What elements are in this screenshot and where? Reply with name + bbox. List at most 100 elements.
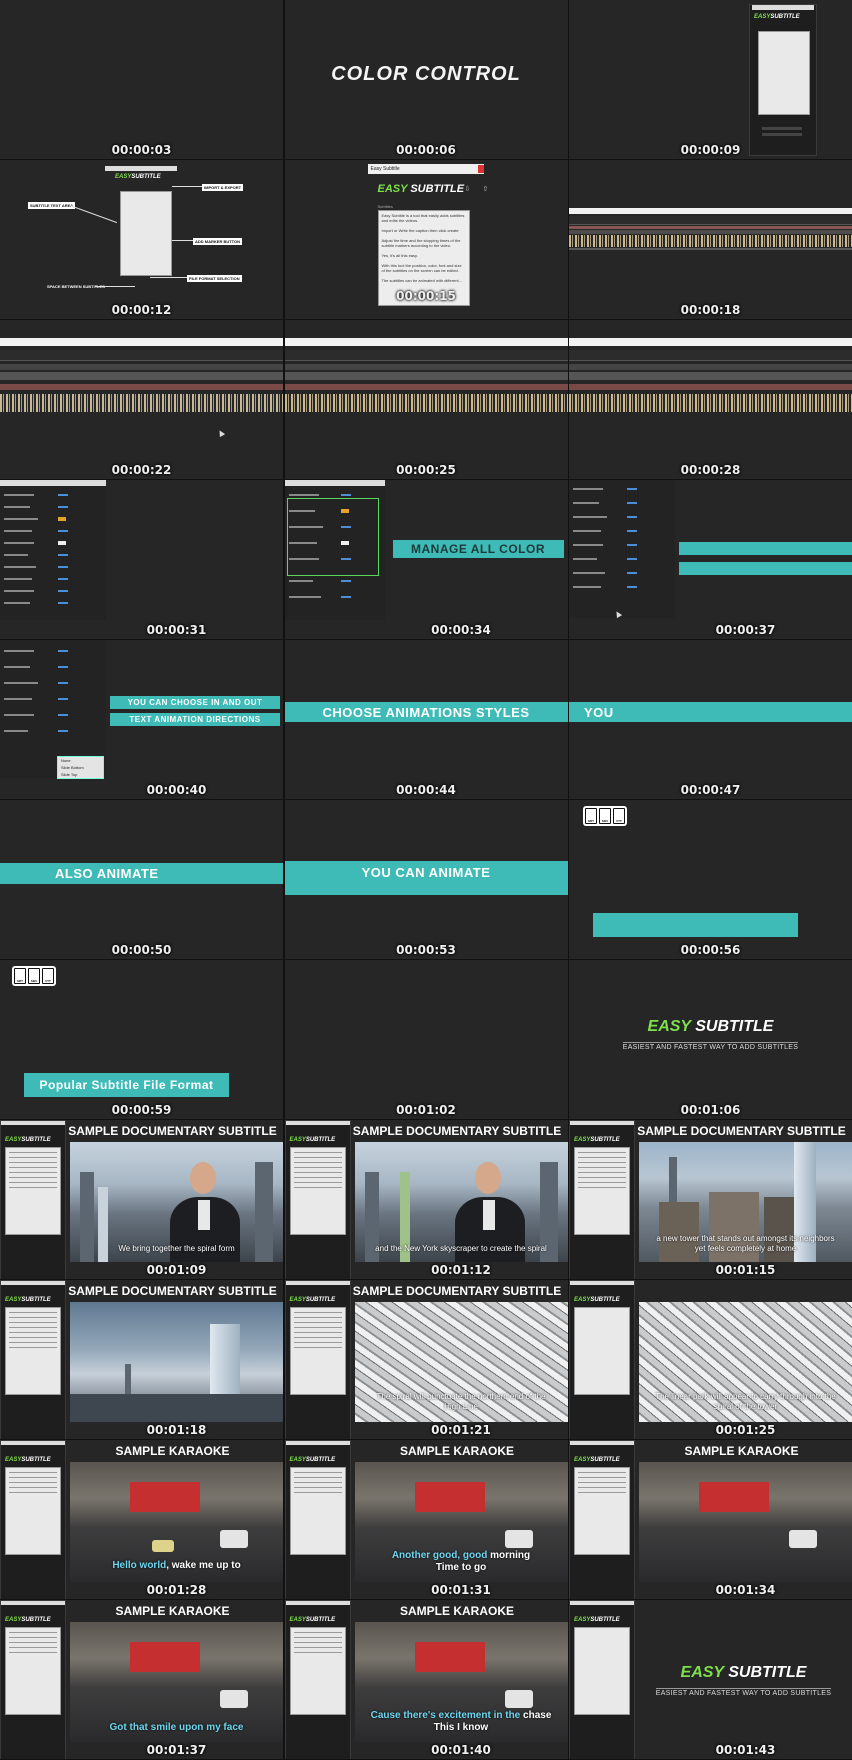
you-banner: YOU (569, 702, 852, 722)
fx-value[interactable] (58, 682, 68, 684)
dropdown-option[interactable]: Slide Top (58, 771, 103, 778)
frame-22: EASYSUBTITLE SAMPLE DOCUMENTARY SUBTITLE… (0, 1120, 283, 1279)
plugin-panel[interactable]: EASYSUBTITLE (569, 1120, 635, 1279)
fx-value[interactable] (627, 488, 637, 490)
import-icon[interactable]: ⇩ (465, 185, 471, 193)
plugin-panel[interactable]: EASYSUBTITLE (569, 1280, 635, 1439)
plugin-panel[interactable]: EASYSUBTITLE (0, 1600, 66, 1759)
effect-controls-panel[interactable] (569, 480, 675, 618)
subtitle-text-area[interactable] (289, 1627, 346, 1715)
video-track[interactable] (569, 372, 852, 380)
subtitle-text-area[interactable] (574, 1147, 630, 1235)
timeline-ruler[interactable] (569, 350, 852, 361)
subtitle-text-area[interactable] (289, 1467, 346, 1555)
subtitle-text-area[interactable] (5, 1147, 61, 1235)
video-track[interactable] (0, 364, 283, 370)
panel-logo: EASYSUBTITLE (574, 1297, 620, 1303)
subtitle-text-area[interactable] (289, 1147, 346, 1235)
fx-value[interactable] (340, 596, 351, 598)
frame-25: EASYSUBTITLE SAMPLE DOCUMENTARY SUBTITLE… (0, 1280, 283, 1439)
subtitle-text-area[interactable] (289, 1307, 346, 1395)
fx-value[interactable] (627, 558, 637, 560)
subtitle-text-area[interactable] (574, 1627, 630, 1715)
panel-controls[interactable] (762, 133, 802, 136)
fx-value[interactable] (58, 566, 68, 568)
export-icon[interactable]: ⇧ (483, 185, 489, 193)
subtitle-text-area[interactable] (120, 191, 172, 276)
frame-8: 00:00:25 (284, 320, 568, 479)
video-track[interactable] (569, 364, 852, 370)
fx-value[interactable] (627, 530, 637, 532)
fx-value[interactable] (58, 506, 68, 508)
plugin-panel[interactable]: EASYSUBTITLE (284, 1280, 351, 1439)
plugin-panel[interactable]: EASYSUBTITLE (569, 1440, 635, 1599)
plugin-panel[interactable]: EASYSUBTITLE (749, 4, 817, 156)
subtitle-text-area[interactable] (574, 1467, 630, 1555)
fx-value[interactable] (627, 502, 637, 504)
file-format-icons: SRT SBV VTT (583, 806, 627, 826)
panel-logo: EASYSUBTITLE (289, 1137, 336, 1143)
fx-value[interactable] (58, 714, 68, 716)
fx-value[interactable] (58, 578, 68, 580)
marker-track[interactable] (569, 384, 852, 390)
timeline-ruler[interactable] (284, 350, 568, 361)
timestamp: 00:00:40 (146, 783, 207, 797)
fx-value[interactable] (58, 650, 68, 652)
marker-track[interactable] (284, 384, 568, 390)
timeline-ruler[interactable] (569, 216, 852, 225)
color-swatch[interactable] (58, 517, 66, 521)
timeline-ruler[interactable] (0, 350, 283, 361)
fx-value[interactable] (627, 586, 637, 588)
fx-value[interactable] (58, 530, 68, 532)
fx-value[interactable] (340, 580, 351, 582)
karaoke-line: This I know (433, 1722, 489, 1733)
video-track[interactable] (284, 372, 568, 380)
plugin-panel[interactable]: EASYSUBTITLE (569, 1600, 635, 1759)
effect-controls-panel[interactable] (0, 480, 106, 620)
fx-value[interactable] (58, 730, 68, 732)
plugin-panel[interactable]: EASYSUBTITLE (284, 1600, 351, 1759)
timestamp: 00:00:56 (680, 943, 741, 957)
fx-value[interactable] (340, 494, 351, 496)
panel-titlebar (1, 1601, 65, 1605)
fx-value[interactable] (627, 516, 637, 518)
window-titlebar: Easy Subtitle (367, 164, 484, 174)
video-track[interactable] (284, 364, 568, 370)
subtitle-text-area[interactable] (758, 31, 810, 115)
easy-subtitle-logo: EASY SUBTITLE (647, 1018, 774, 1035)
dropdown-option[interactable]: Slide Bottom (58, 764, 103, 771)
subtitle-text-area[interactable] (5, 1627, 61, 1715)
plugin-panel[interactable]: EASYSUBTITLE (284, 1440, 351, 1599)
fx-value[interactable] (627, 572, 637, 574)
plugin-panel[interactable]: EASYSUBTITLE (0, 1440, 66, 1599)
animation-dropdown[interactable]: None Slide Bottom Slide Top (57, 756, 104, 779)
panel-controls[interactable] (762, 127, 802, 130)
plugin-panel[interactable]: EASYSUBTITLE (284, 1120, 351, 1279)
video-track[interactable] (569, 230, 852, 234)
video-frame: The spiral will punctuate the northern e… (354, 1302, 568, 1422)
close-button[interactable] (477, 165, 484, 173)
subtitle-text-area[interactable] (5, 1467, 61, 1555)
plugin-panel[interactable]: EASYSUBTITLE (0, 1120, 66, 1279)
fx-value[interactable] (58, 666, 68, 668)
subtitle-text-area[interactable] (574, 1307, 630, 1395)
plugin-panel[interactable]: EASYSUBTITLE (0, 1280, 66, 1439)
timeline-bar (569, 338, 852, 346)
dropdown-option[interactable]: None (58, 757, 103, 764)
color-swatch[interactable] (58, 541, 66, 545)
frame-12: 00:00:37 (569, 480, 852, 639)
fx-value[interactable] (627, 544, 637, 546)
fx-value[interactable] (58, 494, 68, 496)
fx-value[interactable] (58, 602, 68, 604)
marker-track[interactable] (569, 226, 852, 229)
fx-value[interactable] (58, 590, 68, 592)
video-track[interactable] (0, 372, 283, 380)
fx-value[interactable] (58, 698, 68, 700)
timestamp: 00:01:18 (146, 1423, 207, 1437)
subtitle-text-area[interactable] (5, 1307, 61, 1395)
also-animate-banner: ALSO ANIMATE (0, 863, 283, 884)
fx-value[interactable] (58, 554, 68, 556)
audio-track[interactable] (569, 248, 852, 250)
marker-track[interactable] (0, 384, 283, 390)
panel-logo: EASYSUBTITLE (754, 14, 800, 20)
